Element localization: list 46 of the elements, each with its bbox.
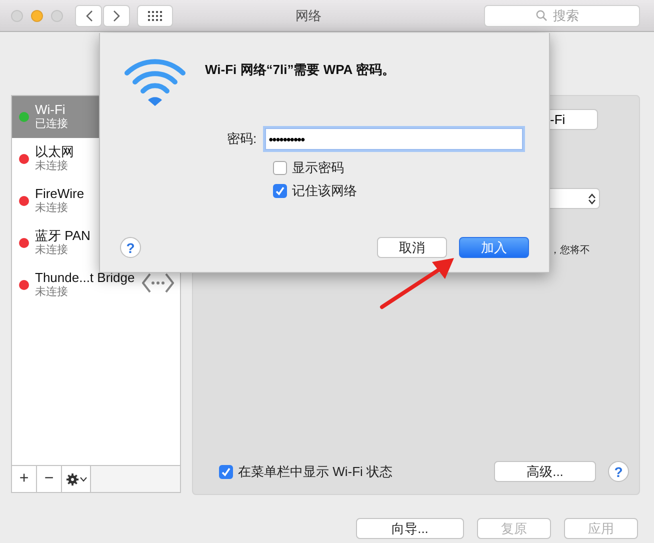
network-name: FireWire — [35, 186, 84, 201]
show-all-button[interactable] — [137, 4, 173, 26]
search-icon — [536, 10, 547, 20]
network-status: 已连接 — [35, 117, 68, 132]
network-status: 未连接 — [35, 159, 69, 174]
network-name: 以太网 — [35, 144, 74, 159]
updown-chevron-icon — [588, 192, 596, 204]
chevron-left-icon — [84, 10, 92, 22]
remove-button[interactable]: − — [37, 466, 62, 492]
action-menu-button[interactable] — [62, 466, 91, 492]
network-status: 未连接 — [35, 243, 69, 258]
password-label: 密码: — [227, 130, 257, 148]
caret-icon — [80, 476, 86, 482]
footer-button[interactable]: 向导... — [356, 518, 464, 539]
dialog-checkbox[interactable]: 记住该网络 — [273, 182, 529, 200]
checkmark-icon — [221, 466, 231, 476]
wifi-icon — [123, 59, 187, 107]
network-item[interactable]: FireWire 未连接 — [12, 180, 180, 222]
help-button[interactable]: ? — [608, 461, 629, 482]
network-item[interactable]: 以太网 未连接 — [12, 138, 180, 180]
dialog-checkbox[interactable]: 显示密码 — [273, 159, 529, 177]
dialog-title: Wi-Fi 网络“7li”需要 WPA 密码。 — [205, 61, 395, 79]
panel-note: ，您将不 — [550, 244, 590, 257]
grid-icon — [148, 10, 162, 22]
network-status: 未连接 — [35, 201, 69, 216]
forward-button[interactable] — [103, 4, 130, 26]
network-select[interactable] — [550, 188, 600, 209]
wifi-toggle-button[interactable]: -Fi — [550, 109, 598, 130]
network-status: 未连接 — [35, 285, 69, 300]
help-button[interactable]: ? — [120, 237, 141, 258]
dialog-button[interactable]: 加入 — [459, 237, 529, 258]
window-title: 网络 — [294, 6, 322, 24]
chevron-right-icon — [112, 10, 120, 22]
network-name: Wi-Fi — [35, 102, 66, 117]
add-button[interactable]: + — [12, 466, 37, 492]
checkmark-icon — [275, 186, 285, 196]
back-button[interactable] — [75, 4, 102, 26]
network-name: Thunde...t Bridge — [35, 270, 135, 285]
gear-icon — [66, 472, 78, 486]
advanced-button[interactable]: 高级... — [494, 461, 596, 482]
dialog-button[interactable]: 取消 — [377, 237, 447, 258]
show-wifi-status-checkbox[interactable]: 在菜单栏中显示 Wi-Fi 状态 — [219, 462, 393, 480]
password-field[interactable]: •••••••••• — [264, 128, 523, 150]
network-name: 蓝牙 PAN — [35, 228, 90, 243]
search-field[interactable]: 搜索 — [484, 4, 640, 26]
bridge-icon — [142, 272, 174, 294]
